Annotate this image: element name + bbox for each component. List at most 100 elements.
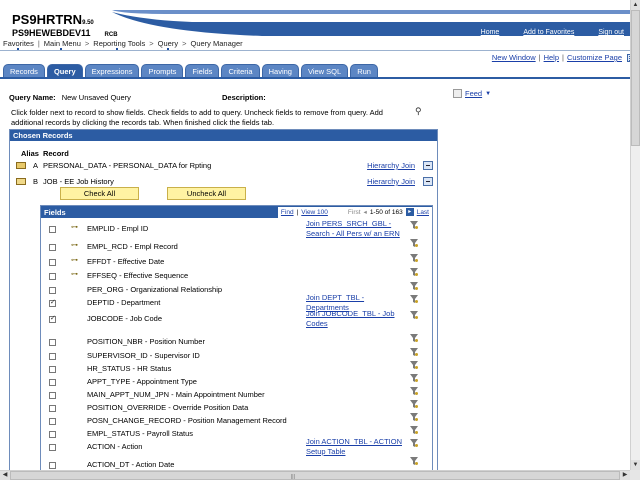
- help-link[interactable]: Help: [544, 53, 559, 62]
- customize-page-link[interactable]: Customize Page: [567, 53, 622, 62]
- database-name: PS9HEWEBDEV11 RCB: [12, 28, 118, 38]
- criteria-filter-icon[interactable]: [410, 439, 418, 447]
- view-100-link[interactable]: View 100: [301, 209, 328, 216]
- criteria-filter-icon[interactable]: [410, 348, 418, 356]
- field-checkbox[interactable]: [49, 405, 56, 412]
- tab-prompts[interactable]: Prompts: [141, 64, 184, 77]
- vertical-scrollbar[interactable]: ▲ ▼: [630, 0, 640, 470]
- hierarchy-join-link[interactable]: Hierarchy Join: [367, 161, 415, 170]
- criteria-filter-icon[interactable]: [410, 374, 418, 382]
- last-link[interactable]: Last: [417, 209, 429, 216]
- field-checkbox[interactable]: [49, 431, 56, 438]
- delete-record-icon[interactable]: [423, 161, 433, 170]
- sign-out-link[interactable]: Sign out: [598, 29, 624, 36]
- scroll-left-icon[interactable]: ◀: [0, 471, 10, 480]
- criteria-filter-icon[interactable]: [410, 400, 418, 408]
- delete-record-icon[interactable]: [423, 177, 433, 186]
- query-name-label: Query Name:: [9, 93, 56, 102]
- field-checkbox[interactable]: [49, 298, 56, 307]
- field-checkbox[interactable]: [49, 392, 56, 399]
- field-checkbox[interactable]: [49, 366, 56, 373]
- record-name: PERSONAL_DATA - PERSONAL_DATA for Rpting: [43, 161, 212, 170]
- criteria-filter-icon[interactable]: [410, 311, 418, 319]
- tab-having[interactable]: Having: [261, 64, 299, 77]
- field-checkbox[interactable]: [49, 339, 56, 346]
- scroll-down-icon[interactable]: ▼: [631, 460, 640, 470]
- add-to-favorites-link[interactable]: Add to Favorites: [523, 29, 574, 36]
- tab-fields[interactable]: Fields: [185, 64, 220, 77]
- field-checkbox[interactable]: [49, 226, 56, 233]
- find-in-tree-icon[interactable]: ⚲: [415, 106, 422, 117]
- key-icon: ⊶: [71, 242, 78, 249]
- menu-favorites[interactable]: Favorites: [3, 39, 38, 50]
- feed-menu[interactable]: Feed ▼: [453, 89, 491, 98]
- check-all-button[interactable]: Check All: [60, 187, 139, 200]
- field-name: SUPERVISOR_ID - Supervisor ID: [87, 351, 200, 360]
- tab-run[interactable]: Run: [350, 64, 378, 77]
- tab-records[interactable]: Records: [3, 64, 45, 77]
- field-checkbox[interactable]: [49, 353, 56, 360]
- field-checkbox[interactable]: [49, 379, 56, 386]
- scroll-up-icon[interactable]: ▲: [631, 0, 640, 10]
- find-link[interactable]: Find: [281, 209, 294, 216]
- fields-panel: Fields Find | View 100 First ◂ 1-50 of 1…: [40, 205, 433, 480]
- vertical-scroll-thumb[interactable]: [631, 10, 640, 146]
- criteria-filter-icon[interactable]: [410, 457, 418, 465]
- criteria-filter-icon[interactable]: [410, 282, 418, 290]
- uncheck-all-button[interactable]: Uncheck All: [167, 187, 246, 200]
- fields-title: Fields: [44, 207, 66, 217]
- horizontal-scroll-thumb[interactable]: |||: [10, 471, 620, 480]
- join-record-link[interactable]: Join JOBCODE_TBL - Job Codes: [306, 309, 406, 329]
- prev-arrow-icon: ◂: [363, 209, 367, 216]
- criteria-filter-icon[interactable]: [410, 426, 418, 434]
- field-checkbox[interactable]: [49, 418, 56, 425]
- menu-reporting-tools[interactable]: Reporting Tools: [93, 39, 149, 50]
- field-name: POSITION_NBR - Position Number: [87, 337, 205, 346]
- criteria-filter-icon[interactable]: [410, 221, 418, 229]
- criteria-filter-icon[interactable]: [410, 334, 418, 342]
- menu-query-manager[interactable]: Query Manager: [191, 39, 247, 48]
- field-name: EMPLID - Empl ID: [87, 224, 149, 233]
- next-arrow-icon[interactable]: ▸: [405, 208, 414, 216]
- app-version: 9.50: [82, 20, 94, 26]
- tab-expressions[interactable]: Expressions: [84, 64, 140, 77]
- row-range: 1-50 of 163: [369, 208, 403, 216]
- tab-view-sql[interactable]: View SQL: [300, 64, 349, 77]
- criteria-filter-icon[interactable]: [410, 361, 418, 369]
- criteria-filter-icon[interactable]: [410, 254, 418, 262]
- home-link[interactable]: Home: [481, 29, 500, 36]
- join-record-link[interactable]: Join ACTION_TBL - ACTION Setup Table: [306, 437, 406, 457]
- field-name: HR_STATUS - HR Status: [87, 364, 172, 373]
- menu-query[interactable]: Query: [158, 39, 182, 50]
- field-name: ACTION_DT - Action Date: [87, 460, 175, 469]
- field-checkbox[interactable]: [49, 462, 56, 469]
- menu-main-menu[interactable]: Main Menu: [44, 39, 85, 50]
- criteria-filter-icon[interactable]: [410, 295, 418, 303]
- criteria-filter-icon[interactable]: [410, 387, 418, 395]
- key-icon: ⊶: [71, 271, 78, 278]
- feed-link[interactable]: Feed: [465, 89, 482, 98]
- field-checkbox[interactable]: [49, 287, 56, 294]
- grid-navigation: Find | View 100 First ◂ 1-50 of 163 ▸ La…: [277, 206, 432, 218]
- horizontal-scrollbar[interactable]: ◀ ||| ▶: [0, 470, 630, 480]
- field-checkbox[interactable]: [49, 273, 56, 280]
- criteria-filter-icon[interactable]: [410, 268, 418, 276]
- criteria-filter-icon[interactable]: [410, 413, 418, 421]
- folder-closed-icon[interactable]: [16, 162, 26, 169]
- field-checkbox[interactable]: [49, 314, 56, 323]
- query-name: Query Name: New Unsaved Query: [9, 93, 131, 102]
- folder-open-icon[interactable]: [16, 178, 26, 185]
- field-name: ACTION - Action: [87, 442, 143, 451]
- tab-criteria[interactable]: Criteria: [221, 64, 260, 77]
- scroll-right-icon[interactable]: ▶: [620, 471, 630, 480]
- new-window-link[interactable]: New Window: [492, 53, 536, 62]
- records-header: Alias Record: [21, 149, 69, 158]
- hierarchy-join-link[interactable]: Hierarchy Join: [367, 177, 415, 186]
- field-checkbox[interactable]: [49, 244, 56, 251]
- tab-query[interactable]: Query: [46, 64, 83, 77]
- field-checkbox[interactable]: [49, 259, 56, 266]
- join-record-link[interactable]: Join PERS_SRCH_GBL - Search - All Pers w…: [306, 219, 406, 239]
- criteria-filter-icon[interactable]: [410, 239, 418, 247]
- field-checkbox[interactable]: [49, 444, 56, 451]
- field-name: MAIN_APPT_NUM_JPN - Main Appointment Num…: [87, 390, 265, 399]
